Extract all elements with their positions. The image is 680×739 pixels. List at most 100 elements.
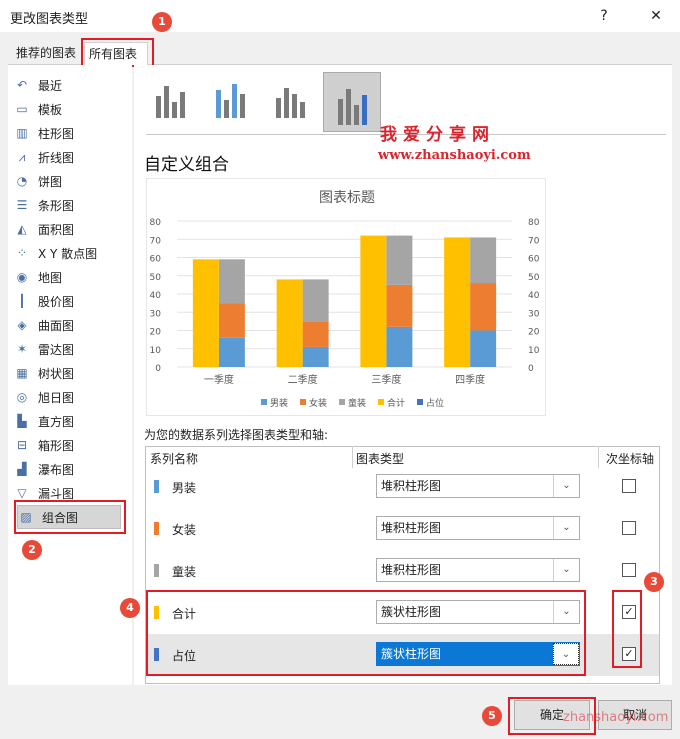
series-swatch (154, 480, 159, 493)
sidebar-item-label: 股价图 (38, 294, 75, 309)
sidebar-item[interactable]: ◉ 地图 (14, 266, 126, 288)
legend-label: 女装 (309, 397, 327, 409)
sidebar-item[interactable]: ↶ 最近 (14, 74, 126, 96)
sidebar-item[interactable]: ⊟ 箱形图 (14, 434, 126, 456)
col-divider (598, 446, 599, 468)
sidebar-item[interactable]: ┃ 股价图 (14, 290, 126, 312)
scatter-chart-icon: ⁘ (16, 246, 28, 260)
highlight-box-checks (612, 590, 642, 668)
y2-tick-label: 20 (528, 328, 540, 338)
y-tick-label: 0 (155, 364, 161, 374)
treemap-chart-icon: ▦ (16, 366, 28, 380)
sidebar-item[interactable]: ◎ 旭日图 (14, 386, 126, 408)
chart-title: 图表标题 (319, 190, 375, 206)
chevron-down-icon[interactable]: ⌄ (553, 517, 579, 539)
series-name: 童装 (172, 565, 197, 579)
series-name: 女装 (172, 523, 197, 537)
x-tick-label: 三季度 (371, 373, 401, 386)
legend-label: 合计 (387, 397, 405, 409)
combo-thumb-3[interactable] (268, 76, 312, 124)
bar-女装 (218, 303, 245, 338)
legend-label: 占位 (426, 397, 444, 409)
bar-合计 (360, 235, 387, 367)
bar-童装 (470, 237, 497, 284)
secondary-axis-checkbox[interactable] (622, 521, 636, 535)
sidebar-item-label: X Y 散点图 (38, 246, 98, 261)
sidebar-item-label: 雷达图 (38, 342, 75, 357)
bar-合计 (444, 237, 471, 367)
sidebar-item[interactable]: ◔ 饼图 (14, 170, 126, 192)
waterfall-chart-icon: ▟ (17, 462, 27, 476)
boxplot-chart-icon: ⊟ (16, 438, 28, 452)
legend-swatch (339, 399, 345, 405)
secondary-axis-checkbox[interactable] (622, 563, 636, 577)
sidebar-item-label: 模板 (38, 102, 63, 117)
watermark-title: 我爱分享网 (380, 125, 495, 145)
map-chart-icon: ◉ (16, 270, 28, 284)
chart-type-dropdown[interactable]: 堆积柱形图 ⌄ (376, 516, 580, 540)
y-tick-label: 10 (150, 346, 162, 356)
sidebar-item[interactable]: ⩘ 折线图 (14, 146, 126, 168)
combo-heading: 自定义组合 (144, 155, 229, 175)
y-tick-label: 50 (150, 273, 162, 283)
highlight-box-rows (146, 590, 586, 676)
combo-thumb-custom[interactable] (323, 72, 381, 132)
sunburst-chart-icon: ◎ (16, 390, 28, 404)
tab-recommended[interactable]: 推荐的图表 (12, 42, 80, 64)
y2-tick-label: 10 (528, 346, 540, 356)
sidebar-item[interactable]: ▭ 模板 (14, 98, 126, 120)
help-button[interactable]: ? (592, 5, 616, 27)
sidebar-item-label: 面积图 (38, 222, 75, 237)
series-swatch (154, 564, 159, 577)
chart-type-dropdown[interactable]: 堆积柱形图 ⌄ (376, 558, 580, 582)
combo-thumb-1[interactable] (148, 76, 192, 124)
sidebar-item[interactable]: ▙ 直方图 (14, 410, 126, 432)
y2-tick-label: 50 (528, 273, 540, 283)
bar-童装 (218, 259, 245, 304)
bar-童装 (302, 279, 329, 322)
sidebar-item[interactable]: ▟ 瀑布图 (14, 458, 126, 480)
chart-type-value: 堆积柱形图 (381, 563, 442, 577)
y-tick-label: 30 (150, 309, 162, 319)
watermark-url: www.zhanshaoyi.com (378, 148, 531, 163)
sidebar-item-label: 直方图 (38, 414, 75, 429)
sidebar-item-label: 曲面图 (38, 318, 75, 333)
histogram-chart-icon: ▙ (17, 414, 27, 428)
sidebar-item-label: 漏斗图 (38, 486, 75, 501)
sidebar-item[interactable]: ◭ 面积图 (14, 218, 126, 240)
sidebar-item[interactable]: ✶ 雷达图 (14, 338, 126, 360)
col-header-axis: 次坐标轴 (606, 452, 655, 466)
secondary-axis-checkbox[interactable] (622, 479, 636, 493)
chart-type-dropdown[interactable]: 堆积柱形图 ⌄ (376, 474, 580, 498)
sidebar-item[interactable]: ☰ 条形图 (14, 194, 126, 216)
chart-type-value: 堆积柱形图 (381, 521, 442, 535)
sidebar-item-label: 最近 (38, 78, 63, 93)
sidebar-item-label: 旭日图 (38, 390, 75, 405)
chevron-down-icon[interactable]: ⌄ (553, 559, 579, 581)
sidebar-item[interactable]: ⁘ X Y 散点图 (14, 242, 126, 264)
chart-preview: 图表标题 0 0 10 10 20 20 30 30 40 40 50 50 60 60 70 70 80 80 一季… (146, 178, 546, 416)
radar-chart-icon: ✶ (16, 342, 28, 356)
funnel-chart-icon: ▽ (17, 486, 27, 500)
y2-tick-label: 30 (528, 309, 540, 319)
bar-男装 (218, 337, 245, 367)
series-swatch (154, 522, 159, 535)
step-badge-3: 3 (644, 572, 664, 592)
sidebar-item[interactable]: ▥ 柱形图 (14, 122, 126, 144)
bar-男装 (302, 346, 329, 367)
sidebar-item[interactable]: ◈ 曲面图 (14, 314, 126, 336)
bar-chart-icon: ☰ (16, 198, 28, 212)
bar-女装 (302, 321, 329, 347)
combo-thumb-2[interactable] (208, 76, 252, 124)
step-badge-5: 5 (482, 706, 502, 726)
sidebar-item[interactable]: ▦ 树状图 (14, 362, 126, 384)
stock-chart-icon: ┃ (18, 294, 26, 308)
sidebar-item-label: 条形图 (38, 198, 75, 213)
legend-swatch (417, 399, 423, 405)
sidebar-item-label: 饼图 (38, 174, 63, 189)
chevron-down-icon[interactable]: ⌄ (553, 475, 579, 497)
col-header-name: 系列名称 (150, 452, 199, 466)
col-divider (352, 446, 353, 468)
step-badge-2: 2 (22, 540, 42, 560)
close-icon[interactable]: ✕ (644, 5, 668, 27)
